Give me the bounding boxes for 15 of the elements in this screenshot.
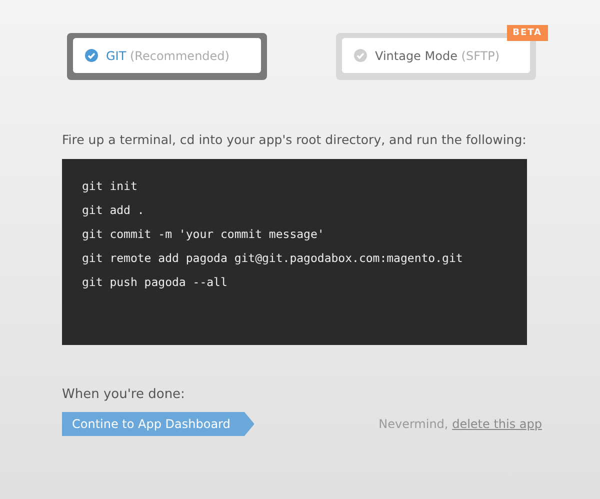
beta-badge: BETA [506,25,548,41]
check-icon [354,49,367,62]
continue-button[interactable]: Contine to App Dashboard [62,412,254,436]
code-line: git commit -m 'your commit message' [82,226,326,242]
delete-link[interactable]: delete this app [452,417,542,431]
code-line: git remote add pagoda git@git.pagodabox.com:magento.git [82,250,464,266]
option-button[interactable]: Vintage Mode (SFTP) [342,38,530,73]
cancel-text: Nevermind, delete this app [378,417,542,431]
instruction-text: Fire up a terminal, cd into your app's root directory, and run the following: [62,132,528,147]
done-label: When you're done: [62,387,186,402]
check-icon [85,49,98,62]
code-line: git add . [82,202,146,218]
code-line: git push pagoda --all [82,274,228,290]
code-line: git init [82,178,138,194]
option-button[interactable]: GIT (Recommended) [73,38,261,73]
